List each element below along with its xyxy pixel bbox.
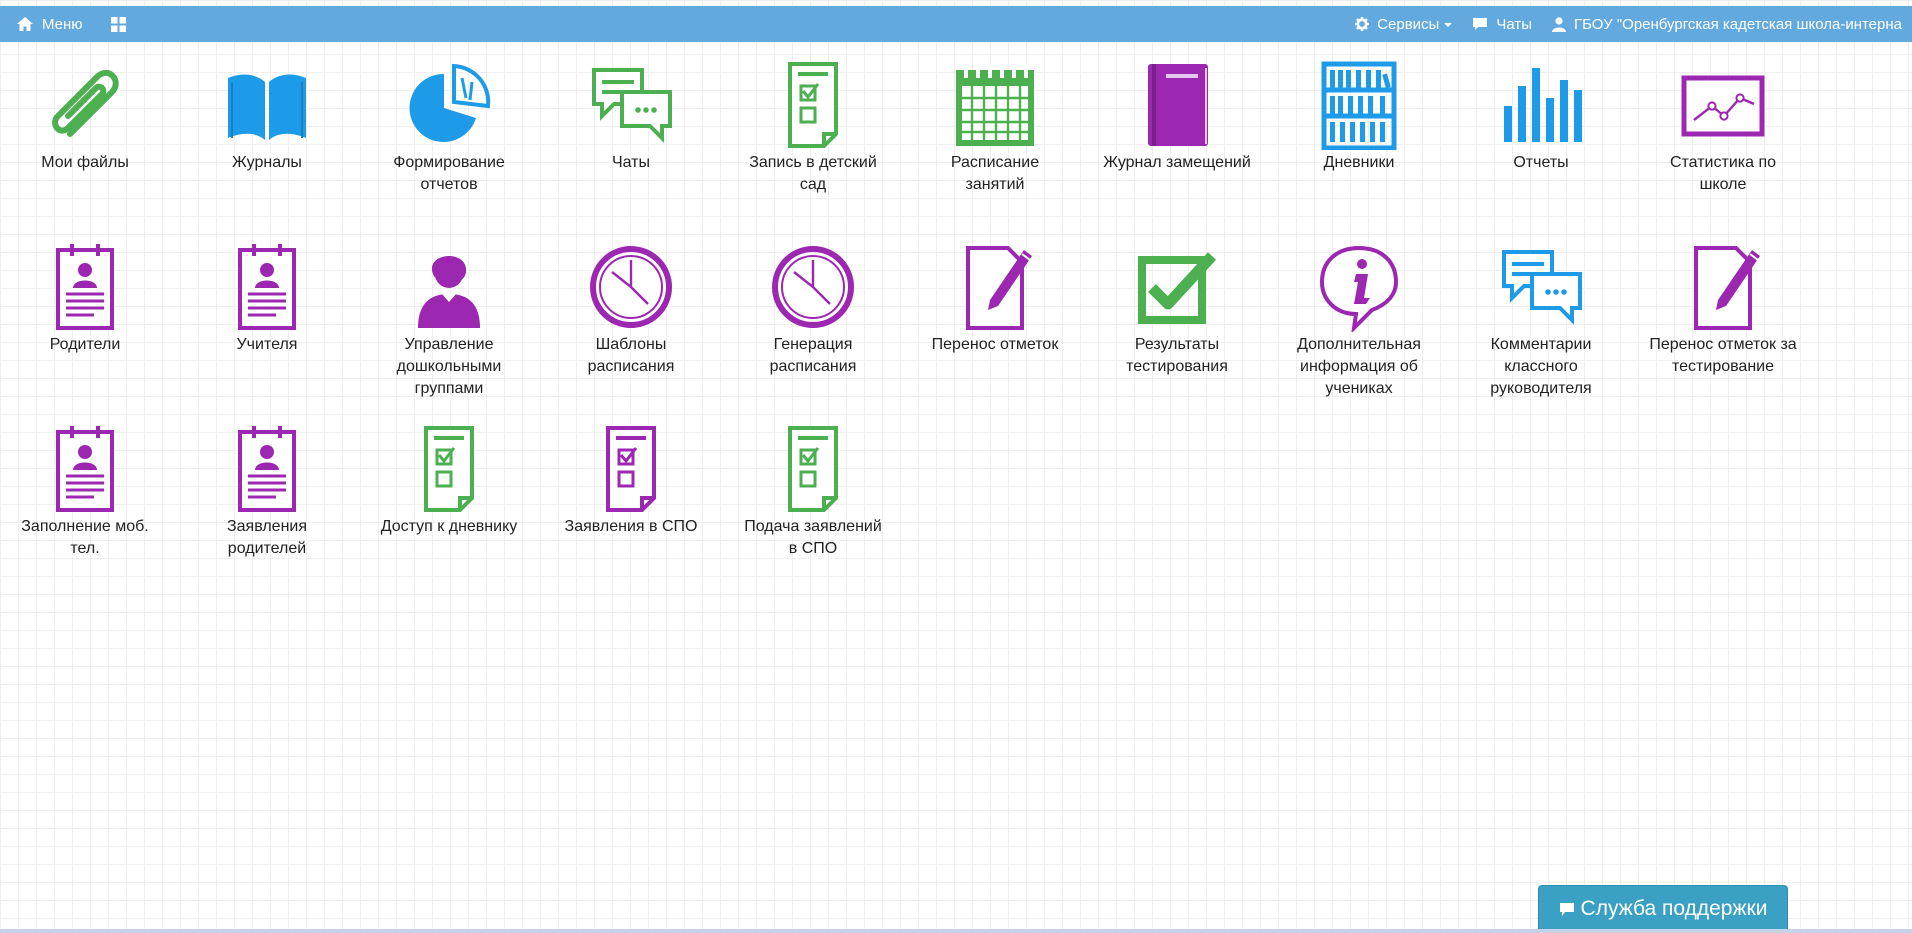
support-label: Служба поддержки: [1580, 897, 1768, 920]
tile-spo-applications[interactable]: Заявления в СПО: [551, 424, 711, 538]
tile-class-schedule[interactable]: Расписание занятий: [915, 60, 1075, 196]
person-card-icon: [222, 242, 312, 332]
clock-icon: [586, 242, 676, 332]
line-chart-icon: [1678, 60, 1768, 150]
tile-grades-transfer[interactable]: Перенос отметок: [915, 242, 1075, 356]
tile-parents[interactable]: Родители: [5, 242, 165, 356]
tile-journals[interactable]: Журналы: [187, 60, 347, 174]
comment-icon: [1559, 902, 1574, 916]
checklist-icon: [586, 424, 676, 514]
support-button[interactable]: Служба поддержки: [1538, 885, 1788, 933]
tile-test-results[interactable]: Результаты тестирования: [1097, 242, 1257, 378]
calendar-icon: [950, 60, 1040, 150]
person-card-icon: [222, 424, 312, 514]
edit-document-icon: [950, 242, 1040, 332]
user-icon: [404, 242, 494, 332]
tile-label: Отчеты: [1513, 154, 1569, 171]
tile-label: Управление дошкольными группами: [396, 336, 502, 397]
tile-label: Формирование отчетов: [393, 154, 505, 193]
tile-label: Статистика по школе: [1669, 154, 1777, 193]
checklist-icon: [768, 60, 858, 150]
tile-label: Подача заявлений в СПО: [744, 518, 882, 557]
tile-label: Журнал замещений: [1103, 154, 1251, 171]
pie-chart-icon: [404, 60, 494, 150]
info-bubble-icon: [1314, 242, 1404, 332]
bookshelf-icon: [1314, 60, 1404, 150]
tile-schedule-templates[interactable]: Шаблоны расписания: [551, 242, 711, 378]
tile-label: Заявления родителей: [226, 518, 308, 557]
tile-mobile-phone-fill[interactable]: Заполнение моб. тел.: [5, 424, 165, 560]
tile-schedule-generation[interactable]: Генерация расписания: [733, 242, 893, 378]
tile-label: Расписание занятий: [950, 154, 1040, 193]
tile-substitution-journal[interactable]: Журнал замещений: [1097, 60, 1257, 174]
tile-label: Запись в детский сад: [749, 154, 877, 193]
clock-icon: [768, 242, 858, 332]
checklist-icon: [404, 424, 494, 514]
bar-chart-icon: [1496, 60, 1586, 150]
tile-label: Перенос отметок за тестирование: [1649, 336, 1797, 375]
tile-label: Заполнение моб. тел.: [21, 518, 149, 557]
book-icon: [222, 60, 312, 150]
tile-label: Генерация расписания: [769, 336, 857, 375]
tile-spo-application-submit[interactable]: Подача заявлений в СПО: [733, 424, 893, 560]
tile-label: Дополнительная информация об учениках: [1297, 336, 1421, 397]
tile-label: Шаблоны расписания: [587, 336, 675, 375]
tile-my-files[interactable]: Мои файлы: [5, 60, 165, 174]
tile-reports[interactable]: Отчеты: [1461, 60, 1621, 174]
tile-label: Журналы: [232, 154, 302, 171]
tile-label: Чаты: [611, 154, 651, 171]
bottom-border: [0, 929, 1912, 933]
check-box-icon: [1132, 242, 1222, 332]
tile-diaries[interactable]: Дневники: [1279, 60, 1439, 174]
tile-teachers[interactable]: Учителя: [187, 242, 347, 356]
tile-school-statistics[interactable]: Статистика по школе: [1643, 60, 1803, 196]
chat-icon: [586, 60, 676, 150]
tile-label: Родители: [49, 336, 121, 353]
person-card-icon: [40, 242, 130, 332]
tiles-grid: Мои файлы Журналы Формирование отчетов Ч…: [0, 0, 1912, 933]
tile-student-additional-info[interactable]: Дополнительная информация об учениках: [1279, 242, 1439, 400]
tile-preschool-groups[interactable]: Управление дошкольными группами: [369, 242, 529, 400]
tile-report-generation[interactable]: Формирование отчетов: [369, 60, 529, 196]
person-card-icon: [40, 424, 130, 514]
journal-icon: [1132, 60, 1222, 150]
tile-label: Доступ к дневнику: [380, 518, 518, 535]
tile-diary-access[interactable]: Доступ к дневнику: [369, 424, 529, 538]
tile-label: Перенос отметок: [931, 336, 1059, 353]
tile-class-teacher-comments[interactable]: Комментарии классного руководителя: [1461, 242, 1621, 400]
tile-parent-applications[interactable]: Заявления родителей: [187, 424, 347, 560]
tile-kindergarten-enrollment[interactable]: Запись в детский сад: [733, 60, 893, 196]
tile-label: Дневники: [1323, 154, 1395, 171]
edit-document-icon: [1678, 242, 1768, 332]
paperclip-icon: [40, 60, 130, 150]
tile-label: Результаты тестирования: [1126, 336, 1228, 375]
tile-test-grades-transfer[interactable]: Перенос отметок за тестирование: [1643, 242, 1803, 378]
chat-icon: [1496, 242, 1586, 332]
tile-label: Мои файлы: [41, 154, 129, 171]
tile-label: Комментарии классного руководителя: [1490, 336, 1592, 397]
tile-label: Учителя: [236, 336, 298, 353]
tile-chats[interactable]: Чаты: [551, 60, 711, 174]
checklist-icon: [768, 424, 858, 514]
tile-label: Заявления в СПО: [564, 518, 698, 535]
